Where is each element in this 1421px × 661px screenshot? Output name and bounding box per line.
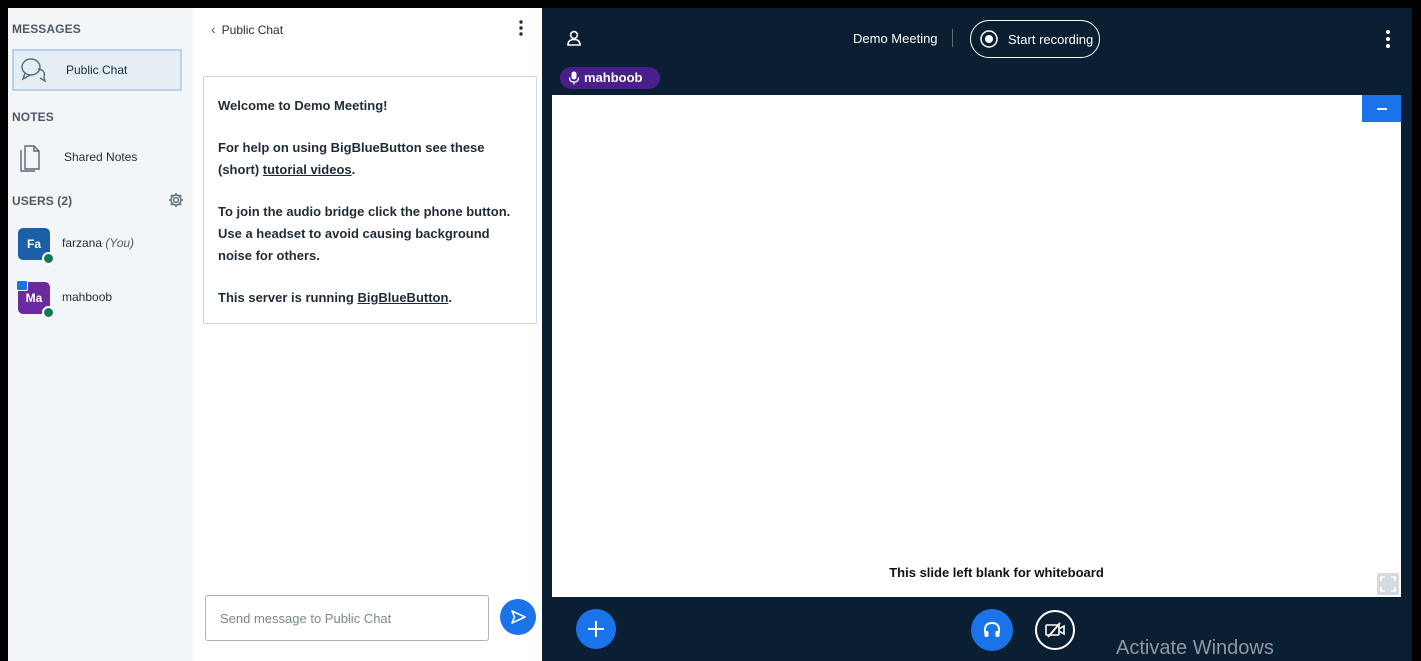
voice-status-icon bbox=[42, 306, 55, 319]
app-frame: MESSAGES Public Chat NOTES Shared Notes … bbox=[8, 8, 1412, 661]
microphone-icon bbox=[568, 71, 580, 85]
headphones-icon bbox=[984, 621, 1000, 637]
actions-button[interactable] bbox=[576, 609, 616, 649]
chat-message-input[interactable] bbox=[205, 595, 489, 641]
welcome-title: Welcome to Demo Meeting! bbox=[218, 98, 388, 113]
gear-icon[interactable] bbox=[168, 192, 184, 208]
meeting-title: Demo Meeting bbox=[853, 31, 938, 46]
public-chat-label: Public Chat bbox=[66, 63, 128, 77]
start-recording-button[interactable]: Start recording bbox=[970, 20, 1100, 58]
user-name: mahboob bbox=[62, 290, 113, 304]
user-list-sidebar: MESSAGES Public Chat NOTES Shared Notes … bbox=[8, 8, 193, 661]
record-icon bbox=[980, 30, 998, 48]
more-options-icon[interactable] bbox=[519, 20, 523, 36]
users-section-title: USERS (2) bbox=[12, 194, 73, 208]
more-options-icon[interactable] bbox=[1386, 30, 1390, 48]
user-icon[interactable] bbox=[566, 30, 582, 51]
welcome-message: Welcome to Demo Meeting! For help on usi… bbox=[203, 76, 537, 324]
server-text: This server is running BigBlueButton. bbox=[218, 290, 453, 305]
video-off-icon bbox=[1045, 622, 1065, 638]
fullscreen-button[interactable] bbox=[1377, 573, 1399, 595]
chat-panel: ‹ Public Chat Welcome to Demo Meeting! Fo… bbox=[193, 8, 542, 661]
user-item-mahboob[interactable]: Ma mahboob bbox=[12, 280, 188, 322]
chat-title: Public Chat bbox=[221, 23, 284, 37]
tutorial-link[interactable]: tutorial videos bbox=[263, 162, 352, 177]
user-name: farzana (You) bbox=[62, 236, 135, 250]
join-audio-button[interactable] bbox=[971, 609, 1013, 651]
chat-back-button[interactable]: ‹ Public Chat bbox=[211, 21, 283, 37]
presenter-icon bbox=[16, 280, 28, 291]
activate-windows-watermark: Activate Windows bbox=[1116, 637, 1274, 659]
title-divider bbox=[952, 29, 953, 47]
user-item-farzana[interactable]: Fa farzana (You) bbox=[12, 228, 188, 268]
voice-status-icon bbox=[42, 252, 55, 265]
messages-section-title: MESSAGES bbox=[12, 22, 81, 36]
talking-indicator: mahboob bbox=[560, 67, 660, 89]
whiteboard-presentation[interactable]: This slide left blank for whiteboard bbox=[552, 95, 1401, 597]
notes-section-title: NOTES bbox=[12, 110, 54, 124]
help-text: For help on using BigBlueButton see thes… bbox=[218, 140, 485, 177]
public-chat-item[interactable]: Public Chat bbox=[12, 49, 182, 91]
fullscreen-icon bbox=[1380, 576, 1396, 592]
you-tag: (You) bbox=[105, 236, 135, 250]
minimize-presentation-button[interactable] bbox=[1362, 95, 1401, 122]
slide-caption: This slide left blank for whiteboard bbox=[889, 565, 1104, 580]
chat-bubbles-icon bbox=[20, 57, 48, 88]
share-webcam-button[interactable] bbox=[1035, 610, 1075, 650]
send-icon bbox=[511, 610, 526, 624]
document-icon bbox=[19, 142, 41, 177]
shared-notes-item[interactable]: Shared Notes bbox=[12, 140, 182, 176]
shared-notes-label: Shared Notes bbox=[64, 150, 138, 164]
meeting-area: Demo Meeting Start recording mahboob Thi… bbox=[542, 8, 1412, 661]
bigbluebutton-link[interactable]: BigBlueButton bbox=[357, 290, 448, 305]
audio-help-text: To join the audio bridge click the phone… bbox=[218, 204, 511, 263]
start-recording-label: Start recording bbox=[1008, 32, 1094, 47]
chevron-left-icon: ‹ bbox=[211, 21, 216, 37]
send-button[interactable] bbox=[500, 599, 536, 635]
minus-icon bbox=[1377, 108, 1387, 110]
talking-user-name: mahboob bbox=[584, 70, 643, 85]
